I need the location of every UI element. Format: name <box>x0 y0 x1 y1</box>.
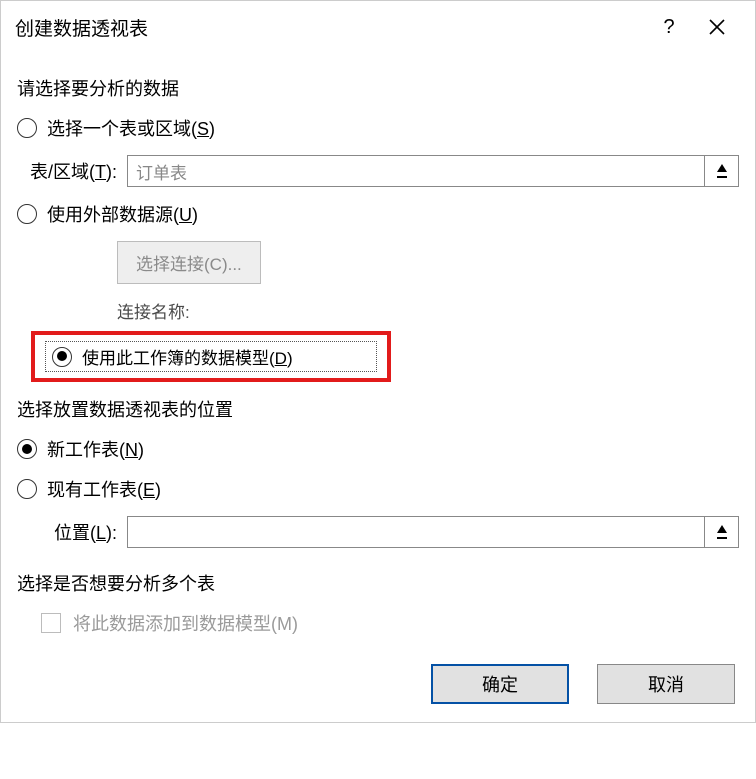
connection-name-label: 连接名称: <box>117 298 739 323</box>
add-to-model-checkbox <box>41 613 61 633</box>
section-multi-header: 选择是否想要分析多个表 <box>17 570 739 596</box>
close-button[interactable] <box>693 18 741 36</box>
radio-external[interactable] <box>17 204 37 224</box>
radio-external-row[interactable]: 使用外部数据源(U) <box>17 201 739 227</box>
radio-data-model-label: 使用此工作簿的数据模型(D) <box>82 344 293 369</box>
radio-existing-sheet-label: 现有工作表(E) <box>47 476 161 502</box>
location-row: 位置(L): <box>17 516 739 548</box>
radio-data-model-row[interactable]: 使用此工作簿的数据模型(D) <box>45 341 377 372</box>
radio-select-range[interactable] <box>17 118 37 138</box>
dialog-body: 请选择要分析的数据 选择一个表或区域(S) 表/区域(T): 使用外部数据源(U… <box>1 53 755 636</box>
table-range-input[interactable] <box>127 155 705 187</box>
location-input[interactable] <box>127 516 705 548</box>
choose-connection-button: 选择连接(C)... <box>117 241 261 284</box>
dialog-button-row: 确定 取消 <box>1 654 755 722</box>
collapse-dialog-button[interactable] <box>705 155 739 187</box>
radio-new-sheet-row[interactable]: 新工作表(N) <box>17 436 739 462</box>
radio-existing-sheet-row[interactable]: 现有工作表(E) <box>17 476 739 502</box>
help-button[interactable]: ? <box>645 16 693 39</box>
range-picker-icon <box>714 523 730 541</box>
cancel-button[interactable]: 取消 <box>597 664 735 704</box>
close-icon <box>708 18 726 36</box>
add-to-model-row: 将此数据添加到数据模型(M) <box>41 610 739 636</box>
create-pivot-dialog: 创建数据透视表 ? 请选择要分析的数据 选择一个表或区域(S) 表/区域(T): <box>0 0 756 723</box>
dialog-title: 创建数据透视表 <box>15 14 645 41</box>
radio-existing-sheet[interactable] <box>17 479 37 499</box>
section-placement-header: 选择放置数据透视表的位置 <box>17 396 739 422</box>
radio-select-range-row[interactable]: 选择一个表或区域(S) <box>17 115 739 141</box>
radio-new-sheet[interactable] <box>17 439 37 459</box>
radio-external-label: 使用外部数据源(U) <box>47 201 198 227</box>
ok-button[interactable]: 确定 <box>431 664 569 704</box>
titlebar: 创建数据透视表 ? <box>1 1 755 53</box>
radio-select-range-label: 选择一个表或区域(S) <box>47 115 215 141</box>
add-to-model-label: 将此数据添加到数据模型(M) <box>73 610 298 636</box>
highlight-annotation: 使用此工作簿的数据模型(D) <box>31 331 391 382</box>
table-range-row: 表/区域(T): <box>17 155 739 187</box>
radio-new-sheet-label: 新工作表(N) <box>47 436 144 462</box>
collapse-dialog-button-location[interactable] <box>705 516 739 548</box>
table-range-label: 表/区域(T): <box>17 158 117 184</box>
radio-data-model[interactable] <box>52 347 72 367</box>
location-label: 位置(L): <box>17 519 117 545</box>
section-choose-data-header: 请选择要分析的数据 <box>17 75 739 101</box>
range-picker-icon <box>714 162 730 180</box>
